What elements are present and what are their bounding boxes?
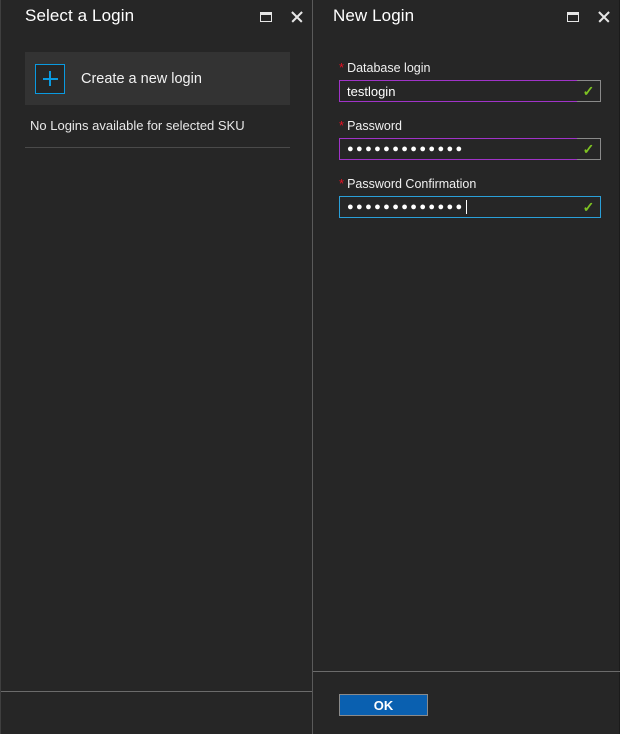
password-label: *Password [339,118,601,133]
check-icon: ✓ [583,84,595,98]
password-input[interactable]: ●●●●●●●●●●●●● [339,138,577,160]
right-window-controls [557,0,619,33]
new-login-blade: New Login *Database login testlogin [312,0,620,734]
right-blade-titlebar: New Login [313,0,619,33]
database-login-field-row: testlogin ✓ [339,80,601,102]
azure-portal-blades: Select a Login Create a new login No Log… [0,0,620,734]
right-restore-button[interactable] [557,2,588,32]
password-confirmation-field-row: ●●●●●●●●●●●●● ✓ [339,196,601,218]
list-divider [25,147,290,148]
create-new-login-tile[interactable]: Create a new login [25,52,290,105]
left-footer-divider [1,691,313,692]
right-close-button[interactable] [588,2,619,32]
password-validation: ✓ [577,138,601,160]
plus-icon [43,71,58,86]
close-icon [290,10,303,23]
new-login-title: New Login [333,6,414,26]
password-confirmation-input[interactable]: ●●●●●●●●●●●●● [339,196,577,218]
left-restore-button[interactable] [250,2,281,32]
password-label-text: Password [347,119,402,133]
database-login-label: *Database login [339,60,601,75]
database-login-value: testlogin [347,84,395,99]
required-indicator: * [339,176,344,191]
database-login-label-text: Database login [347,61,430,75]
select-a-login-blade: Select a Login Create a new login No Log… [0,0,312,734]
password-confirmation-label: *Password Confirmation [339,176,601,191]
password-value: ●●●●●●●●●●●●● [347,143,465,155]
empty-state-message: No Logins available for selected SKU [30,118,245,133]
left-blade-titlebar: Select a Login [1,0,312,33]
ok-button[interactable]: OK [339,694,428,716]
restore-icon [567,12,579,22]
check-icon: ✓ [583,200,595,214]
database-login-validation: ✓ [577,80,601,102]
check-icon: ✓ [583,142,595,156]
database-login-input[interactable]: testlogin [339,80,577,102]
field-group-database-login: *Database login testlogin ✓ [339,60,601,102]
password-confirmation-value: ●●●●●●●●●●●●● [347,201,465,213]
field-group-password: *Password ●●●●●●●●●●●●● ✓ [339,118,601,160]
create-new-login-label: Create a new login [81,71,202,87]
field-group-password-confirmation: *Password Confirmation ●●●●●●●●●●●●● ✓ [339,176,601,218]
required-indicator: * [339,60,344,75]
plus-icon-box [35,64,65,94]
right-footer-divider [313,671,620,672]
page-title: Select a Login [25,6,134,26]
restore-icon [260,12,272,22]
text-caret [466,200,467,214]
left-close-button[interactable] [281,2,312,32]
left-window-controls [250,0,312,33]
password-confirmation-validation: ✓ [577,196,601,218]
close-icon [597,10,610,23]
required-indicator: * [339,118,344,133]
password-field-row: ●●●●●●●●●●●●● ✓ [339,138,601,160]
password-confirmation-label-text: Password Confirmation [347,177,476,191]
